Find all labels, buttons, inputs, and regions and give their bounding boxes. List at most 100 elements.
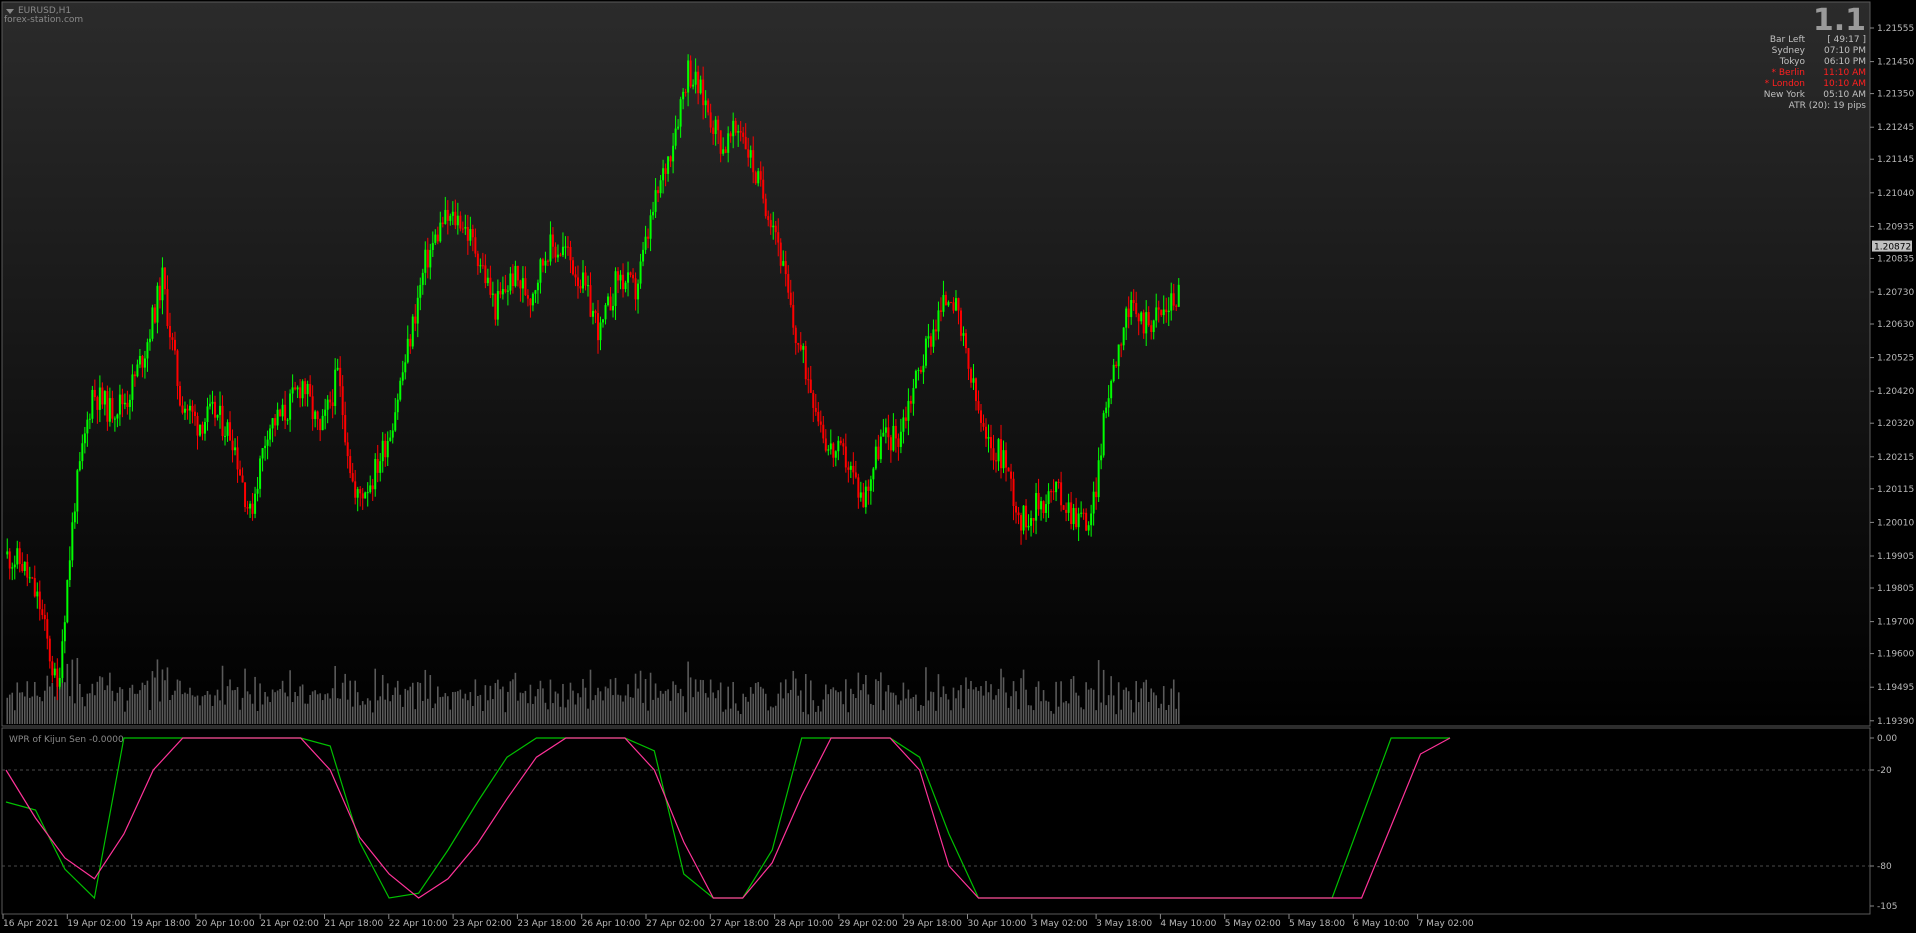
candle-body (677, 126, 680, 129)
price-tick-label: 1.20215 (1877, 453, 1914, 463)
candle-body (404, 362, 407, 373)
candle-body (949, 302, 952, 304)
candle-body (739, 131, 742, 133)
candle-body (829, 443, 832, 450)
volume-bar (689, 677, 692, 724)
candle-body (499, 290, 502, 295)
candle-body (614, 271, 617, 306)
candle-body (652, 211, 655, 216)
volume-bar (404, 688, 407, 724)
candle-body (81, 443, 84, 462)
volume-bar (1105, 705, 1107, 724)
candle-body (414, 316, 417, 324)
candle-body (158, 285, 161, 301)
volume-bar (379, 696, 382, 724)
volume-bar (114, 701, 116, 724)
candle-body (434, 234, 437, 244)
volume-bar (922, 705, 925, 724)
volume-bar (316, 694, 319, 724)
volume-bar (414, 709, 417, 724)
volume-bar (1177, 692, 1180, 724)
volume-bar (54, 696, 56, 724)
volume-bar (174, 690, 176, 724)
time-tick-label: 19 Apr 02:00 (67, 919, 126, 929)
volume-bar (439, 697, 442, 724)
candle-body (429, 250, 432, 268)
volume-bar (804, 674, 807, 724)
volume-bar (1022, 669, 1025, 724)
candle-body (674, 128, 677, 146)
candle-body (161, 267, 164, 301)
candle-body (576, 277, 579, 287)
candle-body (1015, 505, 1018, 513)
volume-bar (51, 683, 54, 724)
candle-body (231, 440, 234, 451)
candle-body (1122, 327, 1125, 346)
volume-bar (396, 680, 399, 724)
candle-body (757, 171, 760, 184)
volume-bar (524, 690, 527, 724)
volume-bar (819, 711, 822, 724)
candle-body (1147, 312, 1150, 326)
candle-body (752, 150, 755, 173)
volume-bar (562, 683, 564, 724)
candle-body (274, 418, 277, 426)
volume-bar (482, 711, 484, 724)
volume-bar (79, 683, 81, 724)
volume-bar (366, 698, 369, 724)
price-panel[interactable] (1, 1, 1871, 727)
candle-body (1145, 312, 1148, 334)
candle-body (411, 316, 414, 347)
volume-bar (346, 699, 349, 724)
atr-text: ATR (20): 19 pips (1789, 101, 1867, 111)
indicator-panel[interactable] (1, 727, 1871, 915)
candle-body (772, 225, 775, 228)
volume-bar (251, 703, 254, 724)
candle-body (191, 405, 194, 412)
candle-body (406, 338, 409, 363)
volume-bar (459, 689, 462, 724)
candle-body (839, 440, 842, 444)
volume-bar (509, 681, 512, 724)
candle-body (979, 410, 982, 423)
volume-bar (960, 685, 962, 724)
candle-body (399, 380, 402, 400)
candle-body (336, 367, 339, 370)
volume-bar (489, 685, 492, 724)
volume-bar (1025, 689, 1027, 724)
volume-bar (119, 687, 121, 724)
candle-body (769, 220, 772, 228)
volume-bar (359, 705, 362, 724)
candle-body (476, 253, 479, 267)
candle-body (176, 350, 179, 386)
candle-body (444, 209, 447, 224)
volume-bar (724, 709, 727, 724)
candle-body (1132, 300, 1135, 304)
volume-bar (542, 688, 544, 724)
volume-bar (1000, 668, 1002, 724)
price-tick-label: 1.20320 (1877, 419, 1914, 429)
candle-body (211, 401, 214, 404)
candle-body (1080, 512, 1083, 514)
chart-window[interactable]: EURUSD,H1 forex-station.com 1.1 Bar Left… (0, 0, 1916, 933)
volume-bar (1045, 700, 1047, 724)
candle-body (294, 387, 297, 390)
volume-bar (179, 680, 181, 724)
volume-bar (189, 687, 191, 724)
candle-body (952, 302, 955, 311)
candle-body (324, 409, 327, 416)
volume-bar (1107, 695, 1110, 724)
volume-bar (239, 709, 241, 724)
candle-body (617, 271, 620, 281)
volume-bar (707, 697, 709, 724)
volume-bar (729, 708, 732, 724)
candle-body (889, 437, 892, 451)
time-tick-label: 21 Apr 18:00 (325, 919, 384, 929)
volume-bar (104, 690, 106, 724)
volume-bar (86, 693, 89, 724)
time-tick-label: 3 May 02:00 (1032, 919, 1088, 929)
volume-bar (1012, 681, 1015, 724)
volume-bar (381, 674, 384, 724)
volume-bar (281, 680, 284, 724)
candle-body (1170, 293, 1173, 311)
